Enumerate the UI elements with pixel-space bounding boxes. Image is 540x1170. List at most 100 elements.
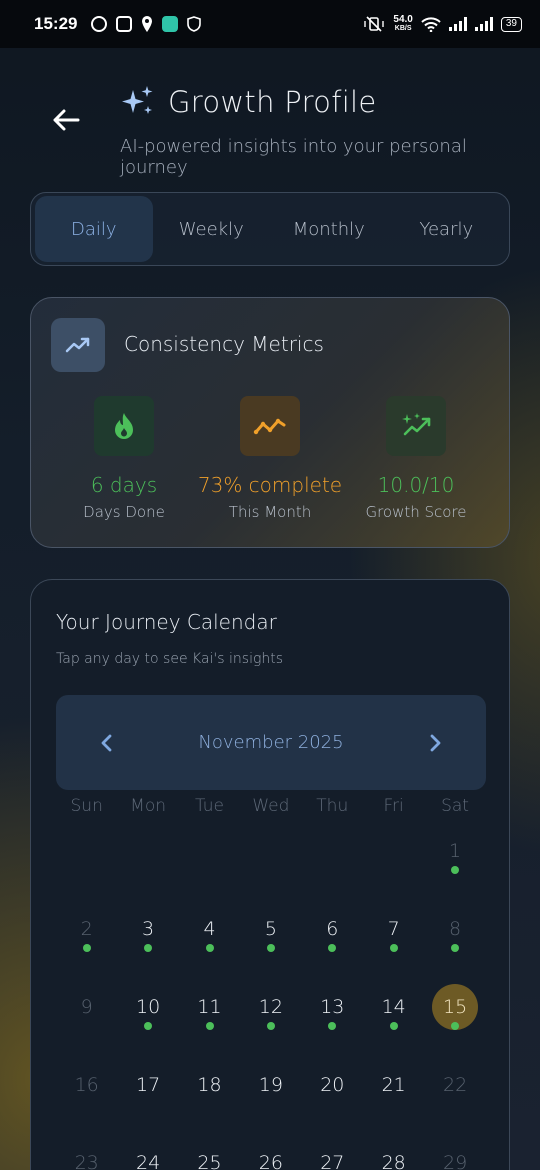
calendar-day[interactable]: 28: [371, 1140, 417, 1170]
calendar-day[interactable]: 14: [371, 984, 417, 1030]
calendar-day[interactable]: 18: [187, 1062, 233, 1108]
notification-icons: [91, 16, 202, 32]
page-content: Growth Profile AI-powered insights into …: [0, 48, 540, 1170]
calendar-day[interactable]: 9: [64, 984, 110, 1030]
arrow-left-icon: [53, 109, 80, 131]
consistency-metrics-card: Consistency Metrics 6 days Days Done 73%…: [30, 297, 510, 548]
calendar-day[interactable]: 19: [248, 1062, 294, 1108]
metric-this-month: 73% complete This Month: [195, 396, 345, 521]
shield-dollar-icon: [187, 16, 202, 32]
calendar-day[interactable]: 7: [371, 906, 417, 952]
weekday-label: Thu: [316, 796, 349, 816]
calendar-day[interactable]: 8: [432, 906, 478, 952]
activity-dot: [389, 1022, 398, 1030]
page-title: Growth Profile: [168, 85, 377, 119]
weekday-label: Tue: [194, 796, 224, 816]
calendar-day[interactable]: 10: [125, 984, 171, 1030]
calendar-day[interactable]: 6: [309, 906, 355, 952]
metric-value: 10.0/10: [377, 473, 455, 497]
weekday-label: Sun: [70, 796, 103, 816]
weekday-label: Mon: [130, 796, 166, 816]
tab-weekly[interactable]: Weekly: [153, 196, 271, 262]
calendar-day[interactable]: 27: [309, 1140, 355, 1170]
day-number: 16: [74, 1074, 99, 1096]
metric-growth-score: 10.0/10 Growth Score: [341, 396, 491, 521]
day-number: 25: [197, 1152, 222, 1170]
net-speed-value: 54.0: [393, 14, 413, 25]
metric-value: 6 days: [90, 473, 158, 497]
system-indicators: 54.0 KB/S 39: [363, 15, 522, 33]
mute-vibrate-icon: [364, 16, 385, 32]
signal-bars-1-icon: [448, 17, 467, 31]
trend-line-icon: [253, 418, 286, 435]
calendar-day[interactable]: 16: [64, 1062, 110, 1108]
month-label: November 2025: [198, 732, 344, 753]
day-number: 29: [443, 1152, 468, 1170]
calendar-day[interactable]: 12: [248, 984, 294, 1030]
title-row: Growth Profile: [120, 84, 377, 120]
calendar-day[interactable]: 17: [125, 1062, 171, 1108]
net-speed-unit: KB/S: [394, 25, 412, 32]
sparkles-icon: [122, 86, 153, 114]
day-number: 27: [320, 1152, 345, 1170]
day-number: 24: [136, 1152, 161, 1170]
calendar-title: Your Journey Calendar: [56, 610, 277, 634]
weekday-header: Sun Mon Tue Wed Thu Fri Sat: [56, 796, 486, 816]
battery-indicator: 39: [500, 16, 522, 32]
calendar-day-today[interactable]: 15: [432, 984, 479, 1030]
instagram-icon: [91, 16, 108, 32]
calendar-day[interactable]: 2: [64, 906, 110, 952]
calendar-day[interactable]: 5: [248, 906, 294, 952]
calendar-day[interactable]: 1: [432, 828, 478, 874]
signal-bars-2-icon: [474, 17, 493, 31]
calendar-day[interactable]: 29: [432, 1140, 478, 1170]
linkedin-icon: [116, 16, 133, 32]
activity-dot: [266, 944, 275, 952]
calendar-day[interactable]: 20: [309, 1062, 355, 1108]
metric-icon-box: [94, 396, 154, 456]
day-number: 18: [197, 1074, 222, 1096]
tab-daily[interactable]: Daily: [35, 196, 153, 262]
trending-up-icon: [65, 337, 90, 353]
next-month-button[interactable]: [424, 731, 448, 755]
day-number: 26: [258, 1152, 283, 1170]
calendar-day[interactable]: 26: [248, 1140, 294, 1170]
chat-app-icon: [162, 16, 179, 32]
calendar-day[interactable]: 11: [187, 984, 233, 1030]
activity-dot: [389, 944, 398, 952]
activity-dot: [205, 1022, 214, 1030]
calendar-day[interactable]: 22: [432, 1062, 478, 1108]
day-number: 19: [258, 1074, 283, 1096]
calendar-day[interactable]: 25: [187, 1140, 233, 1170]
calendar-day[interactable]: 24: [125, 1140, 171, 1170]
day-number: 20: [320, 1074, 345, 1096]
weekday-label: Wed: [252, 796, 290, 816]
flame-icon: [115, 413, 133, 439]
tab-yearly[interactable]: Yearly: [388, 196, 506, 262]
calendar-day[interactable]: 4: [187, 906, 233, 952]
tab-monthly[interactable]: Monthly: [270, 196, 388, 262]
metric-icon-box: [240, 396, 300, 456]
calendar-day[interactable]: 21: [371, 1062, 417, 1108]
chevron-right-icon: [430, 734, 441, 751]
chevron-left-icon: [101, 734, 112, 751]
metric-days-done: 6 days Days Done: [49, 396, 199, 521]
back-button[interactable]: [46, 100, 86, 140]
page-subtitle: AI-powered insights into your personal j…: [120, 136, 467, 178]
prev-month-button[interactable]: [94, 731, 118, 755]
day-number: 22: [443, 1074, 468, 1096]
weekday-label: Fri: [383, 796, 404, 816]
calendar-day[interactable]: 23: [64, 1140, 110, 1170]
day-number: 23: [74, 1152, 99, 1170]
net-speed: 54.0 KB/S: [393, 15, 412, 33]
calendar-day[interactable]: 3: [125, 906, 171, 952]
weekday-label: Sat: [441, 796, 469, 816]
status-time: 15:29: [34, 14, 78, 33]
calendar-hint: Tap any day to see Kai's insights: [56, 651, 284, 667]
calendar-day[interactable]: 13: [309, 984, 355, 1030]
wifi-icon: [421, 16, 441, 32]
day-number: 17: [136, 1074, 161, 1096]
sparkle-trend-icon: [402, 413, 431, 436]
status-bar: 15:29 54.0 KB/S 39: [0, 0, 540, 48]
activity-dot: [205, 944, 214, 952]
